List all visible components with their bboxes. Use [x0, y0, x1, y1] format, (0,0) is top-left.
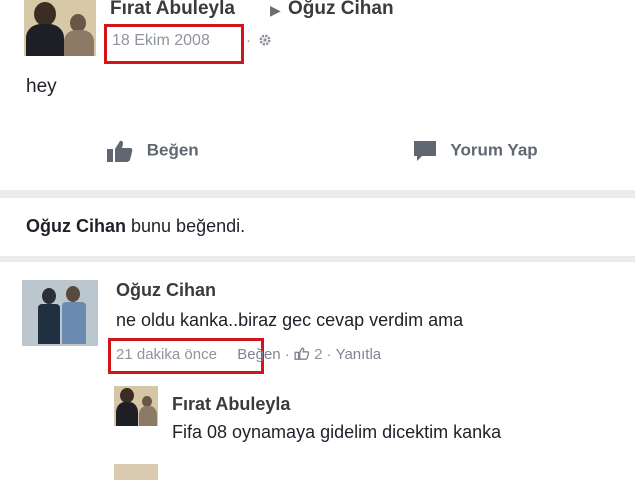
reply-text: Fifa 08 oynamaya gidelim dicektim kanka [172, 422, 502, 442]
post-target-name[interactable]: Oğuz Cihan [288, 0, 394, 20]
reply-author-avatar[interactable] [114, 386, 158, 426]
meta-separator: · [246, 32, 251, 49]
avatar-person2-body [139, 406, 157, 426]
post-date[interactable]: 18 Ekim 2008 [112, 32, 210, 50]
comment-reply-link[interactable]: Yanıtla [336, 346, 382, 363]
like-button[interactable]: Beğen [106, 139, 199, 163]
avatar-person-head [42, 288, 56, 304]
reply-author-name[interactable]: Fırat Abuleyla [172, 394, 290, 415]
avatar-person-body [26, 24, 64, 56]
like-button-label: Beğen [146, 140, 199, 160]
comments-card: Oğuz Cihan ne oldu kanka..biraz gec ceva… [0, 262, 635, 480]
comment-button-label: Yorum Yap [450, 140, 538, 160]
avatar-person2-body [62, 302, 86, 344]
avatar-person-head [120, 388, 134, 403]
comment-meta: 21 dakika önce Beğen · 2 · Yanıtla [116, 346, 381, 363]
post-author-name[interactable]: Fırat Abuleyla [110, 0, 235, 20]
avatar-person2-head [66, 286, 80, 302]
arrow-right-icon: ▶ [270, 2, 281, 18]
avatar-person2-body [64, 30, 94, 56]
comment-like-count: 2 [314, 346, 323, 363]
likes-summary-card: Oğuz Cihan bunu beğendi. [0, 198, 635, 256]
avatar-person-body [116, 402, 138, 426]
post-author-avatar[interactable] [24, 0, 96, 56]
meta-separator: · [284, 346, 290, 363]
comment-author-avatar[interactable] [22, 280, 98, 346]
next-reply-avatar[interactable] [114, 464, 158, 480]
avatar-person-body [38, 304, 60, 344]
likes-suffix: bunu beğendi. [131, 216, 246, 236]
comment-author-name[interactable]: Oğuz Cihan [116, 280, 216, 301]
likes-summary: Oğuz Cihan bunu beğendi. [26, 216, 245, 237]
avatar-person-head [34, 2, 56, 26]
post-card: Fırat Abuleyla ▶ Oğuz Cihan 18 Ekim 2008… [0, 0, 635, 190]
comment-text: ne oldu kanka..biraz gec cevap verdim am… [116, 310, 464, 330]
liker-name[interactable]: Oğuz Cihan [26, 216, 126, 236]
post-text: hey [26, 76, 57, 97]
thumbs-up-icon [294, 347, 310, 360]
comment-like-link[interactable]: Beğen [237, 346, 280, 363]
meta-separator: · [326, 346, 332, 363]
comment-button[interactable]: Yorum Yap [412, 139, 538, 163]
thumbs-up-icon [107, 140, 133, 162]
comment-bubble-icon [414, 141, 436, 161]
comment-time[interactable]: 21 dakika önce [116, 346, 217, 363]
gear-icon[interactable] [258, 33, 272, 50]
